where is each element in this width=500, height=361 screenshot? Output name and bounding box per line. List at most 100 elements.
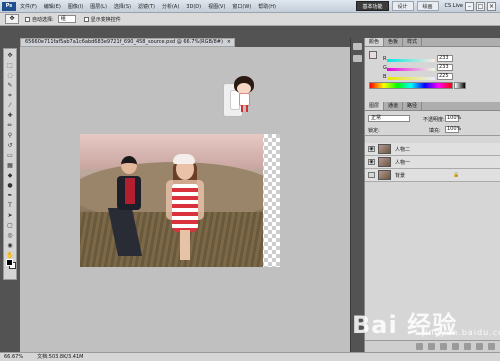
history-panel-icon[interactable] — [353, 43, 362, 50]
minimize-icon[interactable]: – — [465, 1, 474, 11]
visibility-eye-icon[interactable] — [368, 172, 375, 178]
hand-tool-icon[interactable]: ✋ — [5, 252, 15, 259]
fill-input[interactable]: 100% — [445, 126, 461, 133]
girl-striped-dress — [172, 184, 198, 232]
marquee-tool-icon[interactable]: ⬚ — [5, 62, 15, 69]
tab-styles[interactable]: 样式 — [403, 38, 423, 46]
layer-name: 背景 — [395, 173, 406, 179]
tools-panel: ✥ ⬚ ◌ ✎ ⌗ ⁄ ✚ ✏ ⚲ ↺ ▭ ▦ ◆ ● ✒ T ➤ ▢ ◎ ◉ … — [3, 48, 17, 280]
layer-thumbnail — [378, 157, 391, 167]
layer-row[interactable]: ◉ 人物一 — [365, 156, 500, 169]
document-canvas[interactable] — [80, 134, 280, 267]
brush-tool-icon[interactable]: ✏ — [5, 122, 15, 129]
green-value-input[interactable]: 233 — [437, 64, 453, 71]
status-bar: 66.67% 文档:503.8K/3.41M — [0, 352, 500, 361]
menu-image[interactable]: 图像(I) — [68, 3, 83, 10]
application-bar: Ps 文件(F) 编辑(E) 图像(I) 图层(L) 选择(S) 滤镜(T) 分… — [0, 0, 500, 13]
layer-style-icon[interactable] — [428, 343, 435, 350]
3d-rotate-icon[interactable]: ◎ — [5, 232, 15, 239]
tab-channels[interactable]: 通道 — [384, 102, 404, 110]
watermark-url: jingyan.baidu.com — [422, 328, 500, 337]
auto-select-checkbox[interactable] — [25, 16, 30, 22]
red-slider-label: R — [383, 56, 387, 62]
visibility-eye-icon[interactable]: ◉ — [368, 146, 375, 152]
color-spectrum-bar[interactable] — [369, 82, 466, 89]
path-select-icon[interactable]: ➤ — [5, 212, 15, 219]
close-icon[interactable]: × — [487, 1, 496, 11]
move-tool-icon[interactable]: ✥ — [5, 52, 15, 59]
blue-value-input[interactable]: 225 — [437, 73, 453, 80]
delete-layer-icon[interactable] — [488, 343, 495, 350]
menu-file[interactable]: 文件(F) — [20, 3, 37, 10]
close-document-icon[interactable]: × — [227, 39, 231, 46]
document-tab[interactable]: 65660e711faf5ab7a1c6abd683e9721f_690_458… — [20, 38, 235, 47]
visibility-eye-icon[interactable]: ◉ — [368, 159, 375, 165]
menu-help[interactable]: 帮助(H) — [258, 3, 276, 10]
lasso-tool-icon[interactable]: ◌ — [5, 72, 15, 79]
layers-panel-tabs: 图层 通道 路径 — [365, 102, 500, 111]
move-tool-preset-icon[interactable]: ✥ — [5, 14, 19, 24]
show-transform-checkbox[interactable] — [83, 16, 89, 22]
document-workspace[interactable] — [20, 47, 350, 352]
lock-icon: 🔒 — [453, 172, 460, 178]
layer-row[interactable]: ◉ 人物二 — [365, 143, 500, 156]
new-group-icon[interactable] — [464, 343, 471, 350]
menu-window[interactable]: 窗口(W) — [232, 3, 251, 10]
menu-edit[interactable]: 编辑(E) — [44, 3, 61, 10]
adjustment-layer-icon[interactable] — [452, 343, 459, 350]
blue-slider[interactable] — [387, 77, 435, 80]
tab-color[interactable]: 颜色 — [365, 38, 385, 46]
workspace-design[interactable]: 设计 — [391, 1, 414, 11]
blend-mode-dropdown[interactable]: 正常 — [368, 115, 410, 122]
eyedropper-tool-icon[interactable]: ⁄ — [5, 102, 15, 109]
boy-shirt — [125, 178, 135, 204]
pen-tool-icon[interactable]: ✒ — [5, 192, 15, 199]
workspace-painting[interactable]: 绘画 — [416, 1, 439, 11]
baidu-jingyan-watermark: Bai 经验 jingyan.baidu.com — [352, 305, 500, 339]
gradient-tool-icon[interactable]: ▦ — [5, 162, 15, 169]
tab-swatches[interactable]: 色板 — [384, 38, 404, 46]
new-layer-icon[interactable] — [476, 343, 483, 350]
grayscale-ramp[interactable] — [454, 82, 466, 89]
red-slider[interactable] — [387, 59, 435, 62]
boy-head — [121, 156, 137, 174]
color-panel-foreground-swatch[interactable] — [369, 51, 377, 59]
tab-layers[interactable]: 图层 — [365, 102, 385, 110]
auto-select-dropdown[interactable]: 组 — [57, 15, 76, 23]
3d-camera-icon[interactable]: ◉ — [5, 242, 15, 249]
tab-paths[interactable]: 路径 — [403, 102, 423, 110]
type-tool-icon[interactable]: T — [5, 202, 15, 209]
menu-3d[interactable]: 3D(D) — [186, 4, 201, 10]
red-value-input[interactable]: 233 — [437, 55, 453, 62]
workspace-essentials[interactable]: 基本功能 — [356, 1, 389, 11]
foreground-color-swatch[interactable] — [6, 259, 13, 266]
shape-tool-icon[interactable]: ▢ — [5, 222, 15, 229]
menu-filter[interactable]: 滤镜(T) — [138, 3, 155, 10]
healing-brush-icon[interactable]: ✚ — [5, 112, 15, 119]
crop-tool-icon[interactable]: ⌗ — [5, 92, 15, 99]
properties-panel-icon[interactable] — [353, 55, 362, 62]
dodge-tool-icon[interactable]: ● — [5, 182, 15, 189]
opacity-input[interactable]: 100% — [445, 115, 461, 122]
quick-select-tool-icon[interactable]: ✎ — [5, 82, 15, 89]
zoom-level[interactable]: 66.67% — [4, 353, 23, 361]
link-layers-icon[interactable] — [416, 343, 423, 350]
couple-photo-layer — [80, 134, 263, 267]
eraser-tool-icon[interactable]: ▭ — [5, 152, 15, 159]
document-size: 文档:503.8K/3.41M — [37, 354, 84, 360]
blur-tool-icon[interactable]: ◆ — [5, 172, 15, 179]
history-brush-icon[interactable]: ↺ — [5, 142, 15, 149]
menu-select[interactable]: 选择(S) — [114, 3, 131, 10]
menu-analysis[interactable]: 分析(A) — [162, 3, 179, 10]
photoshop-logo: Ps — [2, 2, 16, 11]
maximize-icon[interactable]: □ — [476, 1, 485, 11]
opacity-label: 不透明度: — [423, 117, 445, 123]
clone-stamp-icon[interactable]: ⚲ — [5, 132, 15, 139]
auto-select-label: 自动选择: — [32, 16, 54, 23]
menu-layer[interactable]: 图层(L) — [90, 3, 107, 10]
layer-row[interactable]: 背景 🔒 — [365, 169, 500, 182]
add-mask-icon[interactable] — [440, 343, 447, 350]
green-slider[interactable] — [387, 68, 435, 71]
menu-view[interactable]: 视图(V) — [208, 3, 225, 10]
cs-live-button[interactable]: CS Live — [445, 3, 463, 9]
